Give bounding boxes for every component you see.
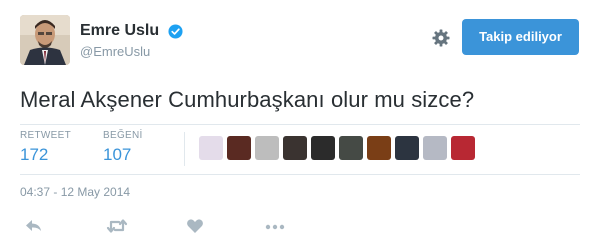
liker-avatar[interactable]: [395, 136, 419, 160]
avatar-image: [20, 15, 70, 65]
liker-avatar[interactable]: [451, 136, 475, 160]
tweet-timestamp[interactable]: 04:37 - 12 May 2014: [20, 185, 130, 199]
retweet-label: RETWEET: [20, 130, 71, 141]
verified-badge-icon: [168, 23, 183, 39]
like-icon[interactable]: [186, 217, 206, 235]
retweet-stat[interactable]: RETWEET 172: [20, 130, 71, 165]
more-icon[interactable]: [264, 217, 285, 235]
retweet-icon[interactable]: [106, 217, 128, 235]
following-button[interactable]: Takip ediliyor: [462, 19, 579, 55]
tweet-text: Meral Akşener Cumhurbaşkanı olur mu sizc…: [20, 87, 475, 112]
liker-avatar[interactable]: [283, 136, 307, 160]
liker-avatar[interactable]: [255, 136, 279, 160]
retweet-count: 172: [20, 145, 49, 164]
stats-bottom-divider: [20, 174, 580, 175]
liker-avatar[interactable]: [339, 136, 363, 160]
liker-avatar[interactable]: [367, 136, 391, 160]
like-count: 107: [103, 145, 132, 164]
stats-vertical-divider: [184, 132, 185, 166]
tweet-card: Emre Uslu @EmreUslu Takip ediliyor Meral…: [0, 0, 599, 249]
reply-icon[interactable]: [24, 217, 44, 235]
liker-avatar[interactable]: [227, 136, 251, 160]
liker-avatar[interactable]: [311, 136, 335, 160]
liker-avatar[interactable]: [199, 136, 223, 160]
like-label: BEĞENİ: [103, 130, 143, 141]
gear-icon[interactable]: [431, 28, 451, 48]
stats-top-divider: [20, 124, 580, 125]
like-stat[interactable]: BEĞENİ 107: [103, 130, 143, 165]
liker-avatar[interactable]: [423, 136, 447, 160]
user-avatar[interactable]: [20, 15, 70, 65]
user-handle[interactable]: @EmreUslu: [80, 44, 183, 59]
display-name[interactable]: Emre Uslu: [80, 22, 159, 40]
user-name-block: Emre Uslu @EmreUslu: [80, 22, 183, 59]
